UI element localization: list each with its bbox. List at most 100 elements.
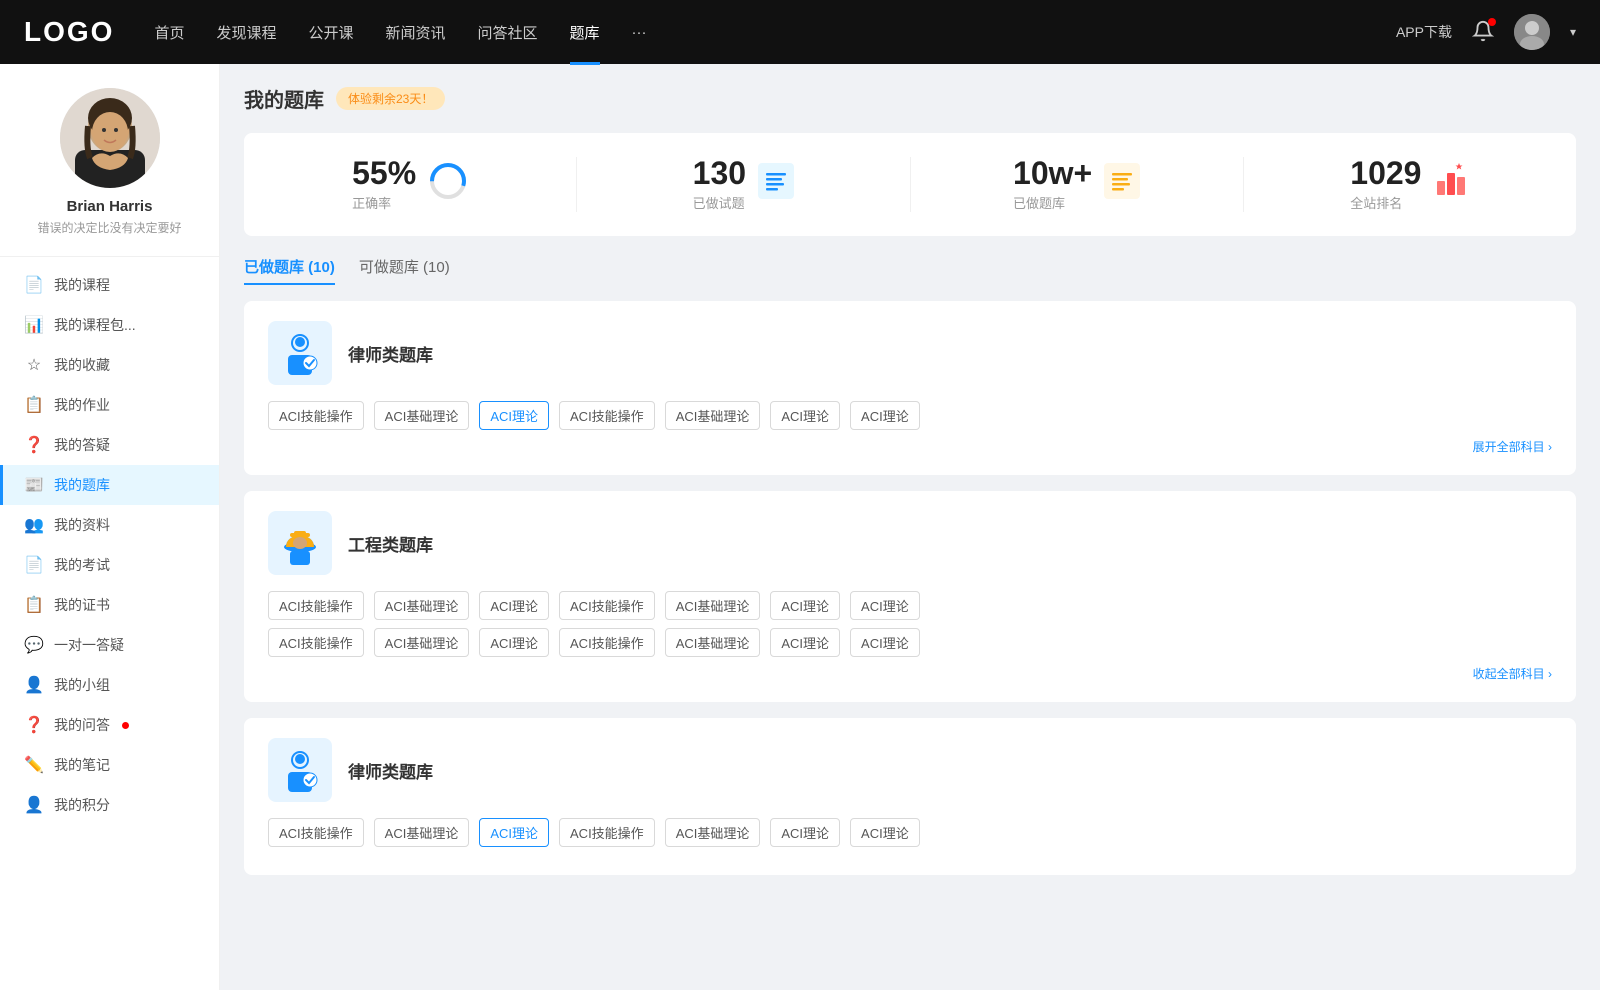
tag-item[interactable]: ACI理论 (479, 628, 549, 657)
accuracy-value: 55% (352, 157, 416, 189)
nav-qa[interactable]: 问答社区 (478, 22, 538, 43)
sidebar-item-exam[interactable]: 📄 我的考试 (0, 545, 219, 585)
tag-item[interactable]: ACI技能操作 (268, 628, 364, 657)
app-download-link[interactable]: APP下载 (1396, 22, 1452, 42)
materials-icon: 👥 (24, 515, 44, 535)
sidebar-item-qa[interactable]: ❓ 我的答疑 (0, 425, 219, 465)
sidebar-item-one-on-one[interactable]: 💬 一对一答疑 (0, 625, 219, 665)
bank-card-lawyer-2: 律师类题库 ACI技能操作 ACI基础理论 ACI理论 ACI技能操作 ACI基… (244, 718, 1576, 875)
notification-bell[interactable] (1472, 20, 1494, 45)
sidebar-item-materials[interactable]: 👥 我的资料 (0, 505, 219, 545)
sidebar-item-my-qa[interactable]: ❓ 我的问答 (0, 705, 219, 745)
tag-item[interactable]: ACI基础理论 (665, 401, 761, 430)
stat-rank: 1029 全站排名 (1244, 157, 1576, 212)
tag-item[interactable]: ACI基础理论 (374, 818, 470, 847)
bank-2-tags-row-1: ACI技能操作 ACI基础理论 ACI理论 ACI技能操作 ACI基础理论 AC… (268, 591, 1552, 620)
bank-2-name: 工程类题库 (348, 531, 433, 556)
tag-item[interactable]: ACI技能操作 (268, 591, 364, 620)
stat-done-questions: 130 已做试题 (577, 157, 910, 212)
my-qa-icon: ❓ (24, 715, 44, 735)
nav-news[interactable]: 新闻资讯 (386, 22, 446, 43)
rank-value: 1029 (1350, 157, 1421, 189)
tag-item[interactable]: ACI基础理论 (374, 628, 470, 657)
user-avatar[interactable] (1514, 14, 1550, 50)
tag-item[interactable]: ACI技能操作 (268, 818, 364, 847)
nav-more[interactable]: ··· (632, 24, 647, 41)
stat-done-banks: 10w+ 已做题库 (911, 157, 1244, 212)
notes-icon: ✏️ (24, 755, 44, 775)
sidebar-menu: 📄 我的课程 📊 我的课程包... ☆ 我的收藏 📋 我的作业 ❓ 我的答疑 📰 (0, 265, 219, 825)
lawyer-icon-1 (268, 321, 332, 385)
points-icon: 👤 (24, 795, 44, 815)
tag-item[interactable]: ACI技能操作 (559, 591, 655, 620)
tag-item[interactable]: ACI技能操作 (559, 818, 655, 847)
tag-item[interactable]: ACI基础理论 (665, 818, 761, 847)
tag-item[interactable]: ACI理论 (770, 591, 840, 620)
sidebar-item-course-package[interactable]: 📊 我的课程包... (0, 305, 219, 345)
tag-item[interactable]: ACI理论 (479, 591, 549, 620)
tag-item[interactable]: ACI基础理论 (374, 401, 470, 430)
tag-item[interactable]: ACI技能操作 (559, 628, 655, 657)
sidebar-item-notes[interactable]: ✏️ 我的笔记 (0, 745, 219, 785)
done-banks-label: 已做题库 (1013, 193, 1092, 212)
bank-2-tags-row-2: ACI技能操作 ACI基础理论 ACI理论 ACI技能操作 ACI基础理论 AC… (268, 628, 1552, 657)
bank-card-2-header: 工程类题库 (268, 511, 1552, 575)
tag-item[interactable]: ACI理论 (770, 401, 840, 430)
tag-item[interactable]: ACI理论 (850, 628, 920, 657)
course-package-icon: 📊 (24, 315, 44, 335)
page-header: 我的题库 体验剩余23天！ (244, 84, 1576, 113)
bank-1-name: 律师类题库 (348, 341, 433, 366)
tag-item[interactable]: ACI理论 (770, 628, 840, 657)
tag-item[interactable]: ACI基础理论 (374, 591, 470, 620)
bank-card-engineer: 工程类题库 ACI技能操作 ACI基础理论 ACI理论 ACI技能操作 ACI基… (244, 491, 1576, 702)
tag-item[interactable]: ACI技能操作 (268, 401, 364, 430)
stats-bar: 55% 正确率 130 已做试题 (244, 133, 1576, 236)
sidebar-item-group[interactable]: 👤 我的小组 (0, 665, 219, 705)
nav-open-course[interactable]: 公开课 (308, 22, 353, 43)
stat-accuracy: 55% 正确率 (244, 157, 577, 212)
tag-item[interactable]: ACI基础理论 (665, 628, 761, 657)
rank-label: 全站排名 (1350, 193, 1421, 212)
sidebar-item-points[interactable]: 👤 我的积分 (0, 785, 219, 825)
nav-menu: 首页 发现课程 公开课 新闻资讯 问答社区 题库 ··· (154, 22, 1396, 43)
tag-item[interactable]: ACI基础理论 (665, 591, 761, 620)
user-menu-chevron[interactable]: ▾ (1570, 25, 1576, 39)
tag-item-active[interactable]: ACI理论 (479, 401, 549, 430)
sidebar: Brian Harris 错误的决定比没有决定要好 📄 我的课程 📊 我的课程包… (0, 64, 220, 990)
page-wrapper: Brian Harris 错误的决定比没有决定要好 📄 我的课程 📊 我的课程包… (0, 64, 1600, 990)
tabs-bar: 已做题库 (10) 可做题库 (10) (244, 256, 1576, 285)
page-title: 我的题库 (244, 84, 324, 113)
logo[interactable]: LOGO (24, 16, 114, 48)
nav-question-bank[interactable]: 题库 (570, 22, 600, 43)
sidebar-item-homework[interactable]: 📋 我的作业 (0, 385, 219, 425)
tab-done-banks[interactable]: 已做题库 (10) (244, 256, 335, 285)
profile-name: Brian Harris (67, 198, 153, 215)
expand-link-1[interactable]: 展开全部科目 › (268, 438, 1552, 455)
nav-home[interactable]: 首页 (154, 22, 184, 43)
exam-icon: 📄 (24, 555, 44, 575)
sidebar-item-question-bank[interactable]: 📰 我的题库 (0, 465, 219, 505)
tab-available-banks[interactable]: 可做题库 (10) (359, 256, 450, 285)
sidebar-item-course[interactable]: 📄 我的课程 (0, 265, 219, 305)
accuracy-label: 正确率 (352, 193, 416, 212)
tag-item-active[interactable]: ACI理论 (479, 818, 549, 847)
main-content: 我的题库 体验剩余23天！ 55% 正确率 (220, 64, 1600, 990)
bank-3-name: 律师类题库 (348, 758, 433, 783)
engineer-icon (268, 511, 332, 575)
one-on-one-icon: 💬 (24, 635, 44, 655)
navbar-right: APP下载 ▾ (1396, 14, 1576, 50)
tag-item[interactable]: ACI技能操作 (559, 401, 655, 430)
sidebar-item-favorites[interactable]: ☆ 我的收藏 (0, 345, 219, 385)
done-questions-label: 已做试题 (693, 193, 746, 212)
tag-item[interactable]: ACI理论 (850, 401, 920, 430)
done-questions-icon (758, 163, 794, 206)
collapse-link[interactable]: 收起全部科目 › (268, 665, 1552, 682)
tag-item[interactable]: ACI理论 (850, 591, 920, 620)
tag-item[interactable]: ACI理论 (850, 818, 920, 847)
nav-discover[interactable]: 发现课程 (216, 22, 276, 43)
sidebar-item-certificate[interactable]: 📋 我的证书 (0, 585, 219, 625)
profile-avatar (60, 88, 160, 188)
tag-item[interactable]: ACI理论 (770, 818, 840, 847)
question-bank-icon: 📰 (24, 475, 44, 495)
notification-dot (1488, 18, 1496, 26)
